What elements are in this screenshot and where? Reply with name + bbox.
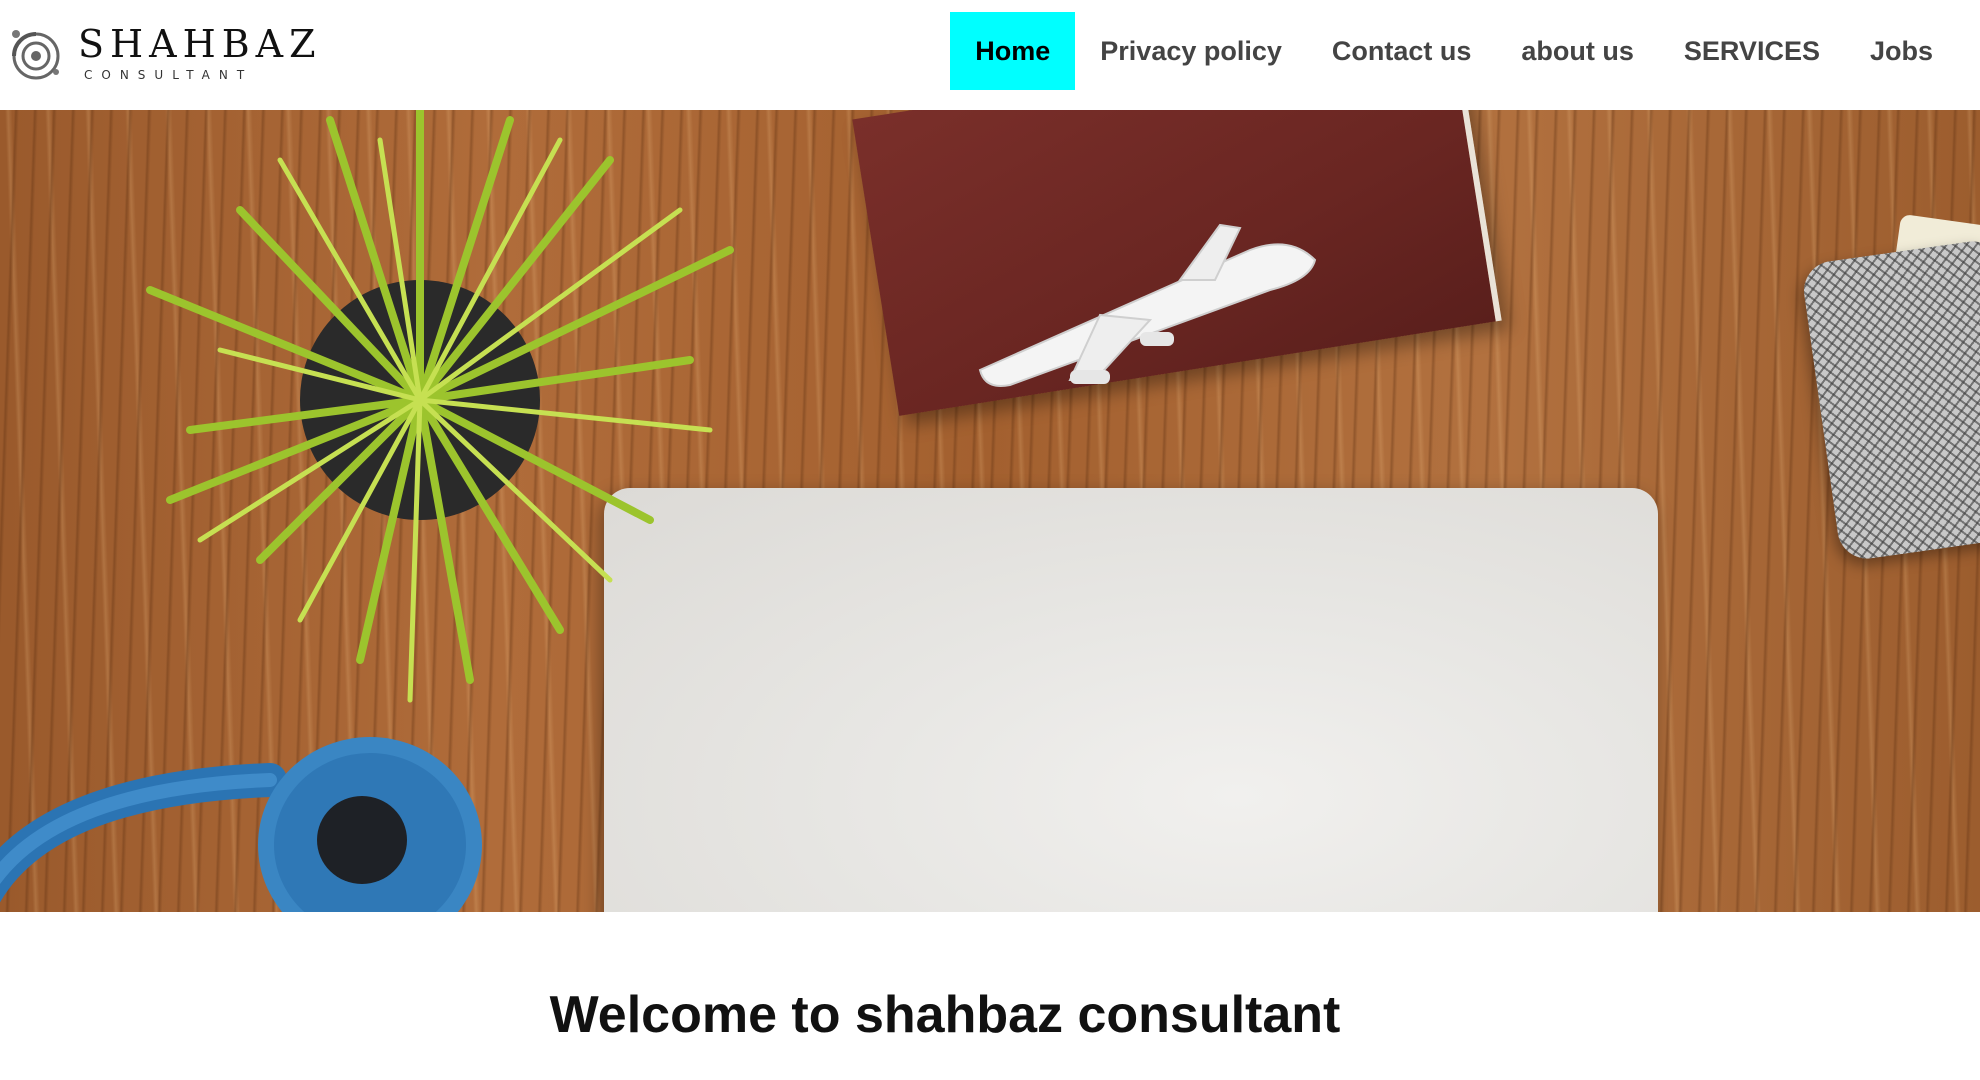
plant-graphic [146, 110, 734, 703]
nav-item-about-us[interactable]: about us [1496, 12, 1659, 90]
brand-logo[interactable]: SHAHBAZ CONSULTANT [6, 20, 316, 90]
nav-item-services[interactable]: SERVICES [1659, 12, 1845, 90]
hero-image [0, 110, 1980, 912]
airplane-graphic [978, 223, 1317, 387]
welcome-heading: Welcome to shahbaz consultant [549, 986, 1341, 1044]
main-nav: Home Privacy policy Contact us about us … [950, 12, 1958, 90]
nav-item-privacy-policy[interactable]: Privacy policy [1075, 12, 1307, 90]
brand-tagline: CONSULTANT [84, 68, 254, 82]
nav-item-contact-us[interactable]: Contact us [1307, 12, 1497, 90]
nav-item-jobs[interactable]: Jobs [1845, 12, 1958, 90]
pencil-cup-graphic [1800, 237, 1980, 563]
site-header: SHAHBAZ CONSULTANT Home Privacy policy C… [0, 0, 1980, 110]
orbit-logo-icon [12, 30, 60, 80]
nav-item-home[interactable]: Home [950, 12, 1076, 90]
brand-name: SHAHBAZ [78, 22, 322, 66]
